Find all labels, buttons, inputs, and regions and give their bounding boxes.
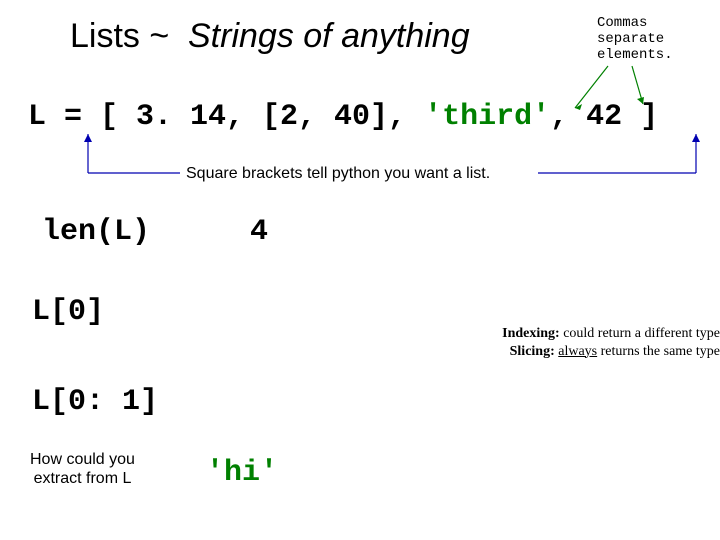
len-result: 4 [250,215,268,249]
brackets-caption: Square brackets tell python you want a l… [186,165,490,183]
index-zero: L[0] [32,295,104,329]
slicing-label: Slicing: [510,344,555,359]
indexing-slicing-note: Indexing: could return a different type … [440,325,720,360]
list-literal-string: 'third' [424,100,550,134]
slicing-always: always [558,344,597,359]
title-strings-of-anything: Strings of anything [188,17,470,56]
commas-note: Commas separate elements. [597,15,673,63]
list-literal: L = [ 3. 14, [2, 40], 'third', 42 ] [28,100,658,134]
commas-note-l2: separate [597,31,673,47]
hi-string: 'hi' [206,456,278,490]
list-literal-pre: L = [ 3. 14, [2, 40], [28,100,424,134]
extract-l1: How could you [30,450,135,469]
indexing-text: could return a different type [560,326,720,341]
commas-note-l1: Commas [597,15,673,31]
commas-note-l3: elements. [597,47,673,63]
slice-zero-one: L[0: 1] [32,385,158,419]
len-call: len(L) [42,215,150,249]
slicing-text: returns the same type [597,344,720,359]
indexing-label: Indexing: [502,326,560,341]
list-literal-post: , 42 ] [550,100,658,134]
extract-l2: extract from L [30,469,135,488]
extract-question: How could you extract from L [30,450,135,488]
indexing-line: Indexing: could return a different type [440,325,720,343]
title-lists: Lists ~ [70,17,169,56]
slicing-line: Slicing: always returns the same type [440,343,720,361]
